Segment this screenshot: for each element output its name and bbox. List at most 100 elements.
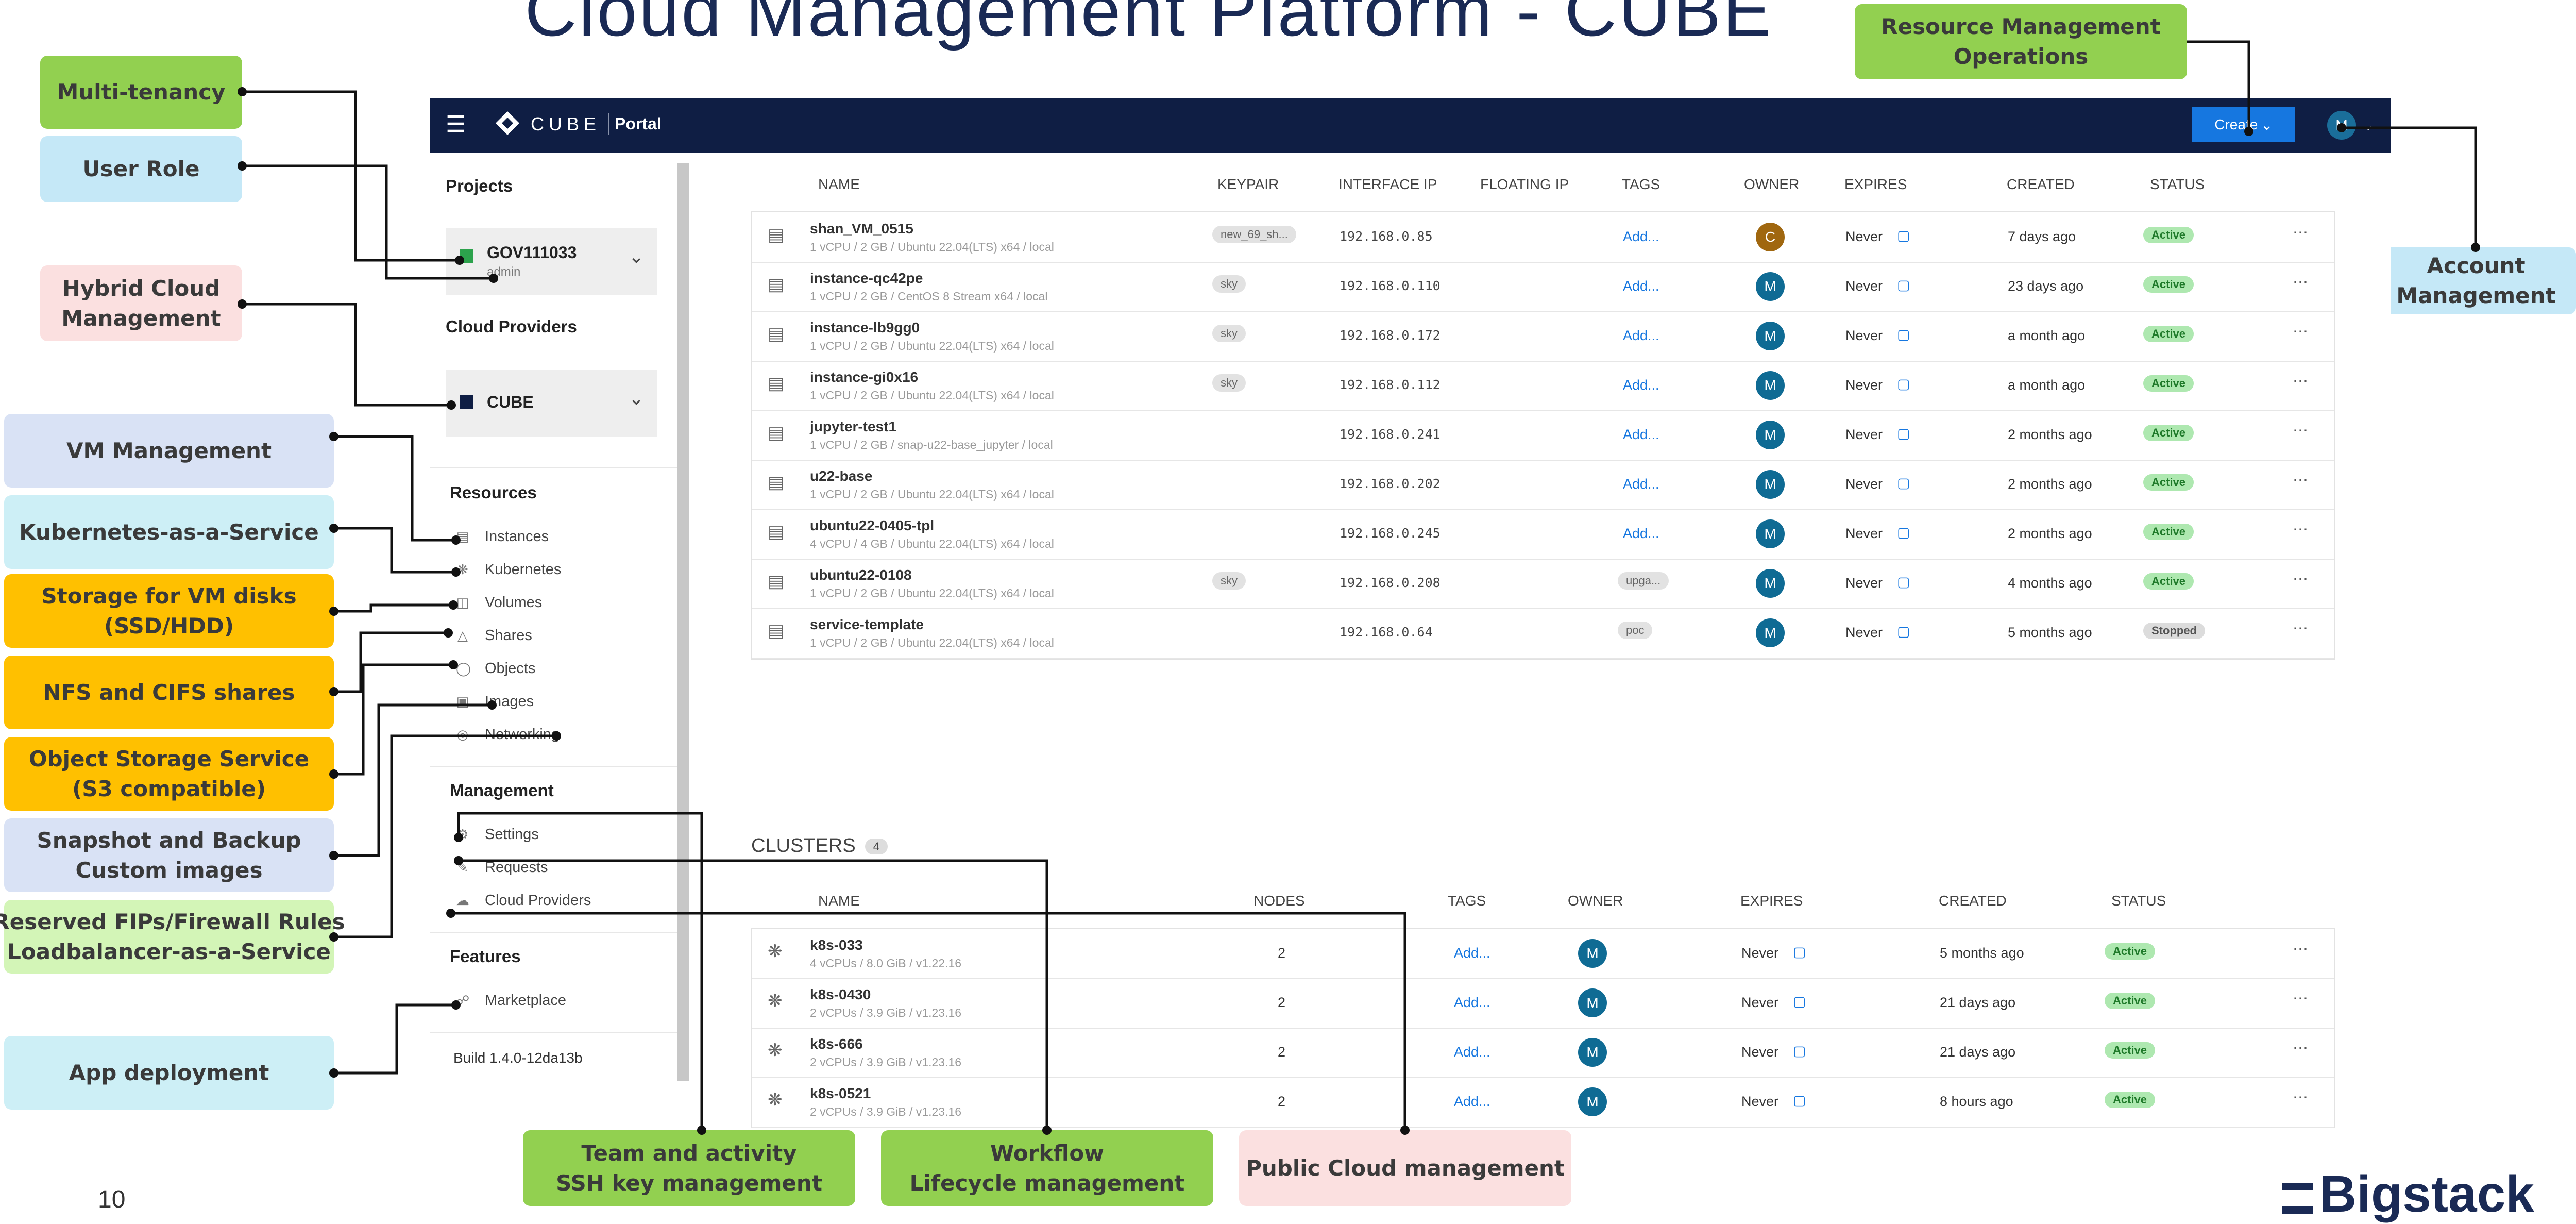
sidebar-item-images[interactable]: ▣ Images	[456, 693, 534, 710]
cluster-name[interactable]: k8s-033	[810, 937, 863, 953]
instance-name[interactable]: instance-gi0x16	[810, 369, 918, 385]
cluster-name[interactable]: k8s-0430	[810, 986, 871, 1003]
owner-avatar: M	[1578, 1087, 1607, 1116]
callout-text: NFS and CIFS shares	[43, 679, 295, 705]
chevron-down-icon[interactable]: ⌄	[2362, 116, 2374, 133]
calendar-icon[interactable]: ▢	[1793, 1093, 1806, 1109]
add-tag-link[interactable]: Add...	[1454, 1044, 1490, 1060]
provider-selector[interactable]: CUBE ⌄	[446, 370, 657, 437]
instance-name[interactable]: shan_VM_0515	[810, 221, 913, 237]
more-actions-icon[interactable]: ⋯	[2293, 521, 2308, 539]
more-actions-icon[interactable]: ⋯	[2293, 990, 2308, 1008]
table-row[interactable]: ▤ shan_VM_0515 1 vCPU / 2 GB / Ubuntu 22.0…	[752, 212, 2334, 263]
sidebar-item-requests[interactable]: ✎ Requests	[456, 859, 548, 876]
helm-icon: ❋	[768, 991, 783, 1011]
table-row[interactable]: ▤ instance-gi0x16 1 vCPU / 2 GB / Ubuntu 2…	[752, 361, 2334, 411]
sidebar-item-label: Cloud Providers	[485, 892, 591, 909]
calendar-icon[interactable]: ▢	[1897, 228, 1910, 244]
more-actions-icon[interactable]: ⋯	[2293, 940, 2308, 958]
calendar-icon[interactable]: ▢	[1897, 475, 1910, 491]
calendar-icon[interactable]: ▢	[1793, 1043, 1806, 1059]
calendar-icon[interactable]: ▢	[1897, 525, 1910, 541]
table-row[interactable]: ❋ k8s-0521 2 vCPUs / 3.9 GiB / v1.23.16 2 Ad…	[752, 1077, 2334, 1128]
column-header: CREATED	[1939, 893, 2007, 909]
calendar-icon[interactable]: ▢	[1793, 944, 1806, 960]
node-count: 2	[1278, 1044, 1286, 1060]
table-row[interactable]: ▤ jupyter-test1 1 vCPU / 2 GB / snap-u22-b…	[752, 410, 2334, 461]
sidebar-item-instances[interactable]: ▤ Instances	[456, 528, 549, 545]
table-row[interactable]: ▤ u22-base 1 vCPU / 2 GB / Ubuntu 22.04(LT…	[752, 460, 2334, 510]
helm-icon: ❋	[457, 562, 468, 577]
table-row[interactable]: ▤ ubuntu22-0405-tpl 4 vCPU / 4 GB / Ubuntu…	[752, 509, 2334, 560]
sidebar-item-settings[interactable]: ⚙ Settings	[456, 826, 538, 843]
add-tag-link[interactable]: Add...	[1623, 476, 1659, 492]
more-actions-icon[interactable]: ⋯	[2293, 224, 2308, 242]
table-row[interactable]: ❋ k8s-0430 2 vCPUs / 3.9 GiB / v1.23.16 2 Ad…	[752, 978, 2334, 1029]
helm-icon: ❋	[768, 942, 783, 961]
sidebar-item-marketplace[interactable]: ☍ Marketplace	[456, 992, 566, 1009]
calendar-icon[interactable]: ▢	[1897, 327, 1910, 343]
calendar-icon[interactable]: ▢	[1897, 624, 1910, 640]
clusters-title: CLUSTERS	[751, 835, 856, 857]
table-row[interactable]: ▤ service-template 1 vCPU / 2 GB / Ubuntu …	[752, 608, 2334, 659]
table-row[interactable]: ▤ instance-qc42pe 1 vCPU / 2 GB / CentOS 8…	[752, 262, 2334, 312]
more-actions-icon[interactable]: ⋯	[2293, 273, 2308, 291]
more-actions-icon[interactable]: ⋯	[2293, 570, 2308, 588]
more-actions-icon[interactable]: ⋯	[2293, 422, 2308, 440]
created-value: 5 months ago	[1940, 945, 2024, 961]
add-tag-link[interactable]: Add...	[1454, 945, 1490, 961]
sidebar-item-shares[interactable]: △ Shares	[456, 627, 532, 644]
instance-name[interactable]: instance-lb9gg0	[810, 320, 920, 336]
add-tag-link[interactable]: Add...	[1623, 229, 1659, 245]
table-row[interactable]: ❋ k8s-033 4 vCPUs / 8.0 GiB / v1.22.16 2 Add…	[752, 929, 2334, 979]
calendar-icon[interactable]: ▢	[1897, 277, 1910, 293]
cluster-name[interactable]: k8s-0521	[810, 1085, 871, 1102]
more-actions-icon[interactable]: ⋯	[2293, 1039, 2308, 1057]
hamburger-menu-icon[interactable]: ☰	[446, 113, 466, 136]
sidebar-item-objects[interactable]: ◯ Objects	[456, 660, 535, 677]
created-value: 2 months ago	[2008, 526, 2092, 541]
image-icon: ▣	[456, 694, 469, 709]
add-tag-link[interactable]: Add...	[1623, 377, 1659, 393]
sidebar-item-label: Instances	[485, 528, 549, 545]
calendar-icon[interactable]: ▢	[1897, 426, 1910, 442]
instance-spec: 1 vCPU / 2 GB / CentOS 8 Stream x64 / lo…	[810, 290, 1048, 303]
cluster-name[interactable]: k8s-666	[810, 1036, 863, 1052]
more-actions-icon[interactable]: ⋯	[2293, 471, 2308, 489]
create-button[interactable]: Create ⌄	[2192, 107, 2295, 142]
calendar-icon[interactable]: ▢	[1793, 994, 1806, 1010]
table-row[interactable]: ❋ k8s-666 2 vCPUs / 3.9 GiB / v1.23.16 2 Add…	[752, 1028, 2334, 1078]
sidebar-scrollbar[interactable]	[677, 163, 689, 1081]
add-tag-link[interactable]: Add...	[1454, 1094, 1490, 1110]
instance-name[interactable]: service-template	[810, 616, 924, 633]
more-actions-icon[interactable]: ⋯	[2293, 323, 2308, 341]
callout-nfs: NFS and CIFS shares	[4, 656, 334, 729]
add-tag-link[interactable]: Add...	[1623, 427, 1659, 443]
more-actions-icon[interactable]: ⋯	[2293, 619, 2308, 638]
instance-name[interactable]: instance-qc42pe	[810, 270, 923, 287]
more-actions-icon[interactable]: ⋯	[2293, 1088, 2308, 1106]
instance-name[interactable]: ubuntu22-0405-tpl	[810, 517, 934, 534]
sidebar-item-kubernetes[interactable]: ❋ Kubernetes	[456, 561, 561, 578]
instance-name[interactable]: ubuntu22-0108	[810, 567, 912, 583]
sidebar-item-volumes[interactable]: ◫ Volumes	[456, 594, 543, 611]
table-row[interactable]: ▤ instance-lb9gg0 1 vCPU / 2 GB / Ubuntu 2…	[752, 311, 2334, 362]
sidebar-item-networking[interactable]: ◎ Networking	[456, 726, 560, 743]
cluster-spec: 2 vCPUs / 3.9 GiB / v1.23.16	[810, 1055, 962, 1069]
account-avatar[interactable]: M	[2327, 111, 2356, 140]
add-tag-link[interactable]: Add...	[1623, 526, 1659, 542]
instance-name[interactable]: jupyter-test1	[810, 418, 896, 435]
cube-provider-icon	[460, 395, 473, 409]
keypair-badge: sky	[1212, 325, 1246, 342]
table-row[interactable]: ▤ ubuntu22-0108 1 vCPU / 2 GB / Ubuntu 22.…	[752, 559, 2334, 609]
add-tag-link[interactable]: Add...	[1454, 995, 1490, 1011]
calendar-icon[interactable]: ▢	[1897, 574, 1910, 590]
add-tag-link[interactable]: Add...	[1623, 328, 1659, 344]
sidebar-item-cloud-providers[interactable]: ☁ Cloud Providers	[456, 892, 591, 909]
instance-name[interactable]: u22-base	[810, 468, 872, 484]
sidebar-item-label: Requests	[485, 859, 548, 876]
add-tag-link[interactable]: Add...	[1623, 278, 1659, 294]
calendar-icon[interactable]: ▢	[1897, 376, 1910, 392]
more-actions-icon[interactable]: ⋯	[2293, 372, 2308, 390]
project-selector[interactable]: GOV111033 admin ⌄	[446, 228, 657, 295]
